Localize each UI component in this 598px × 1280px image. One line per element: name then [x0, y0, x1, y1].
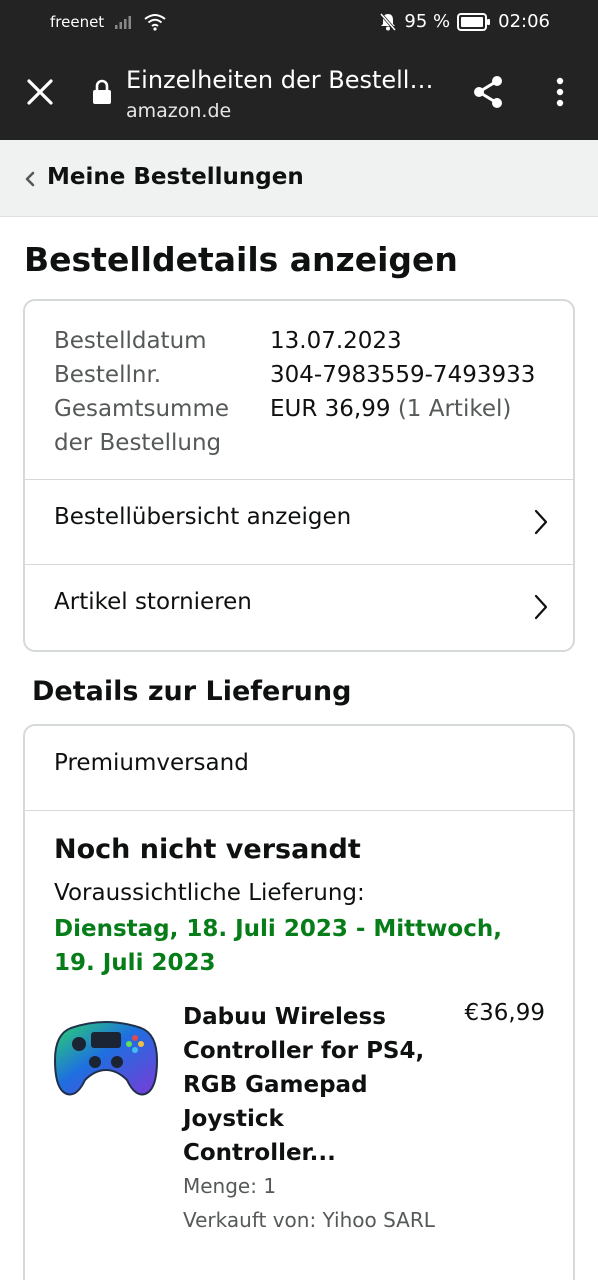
- wifi-icon: [144, 13, 166, 31]
- shipping-method: Premiumversand: [54, 750, 249, 776]
- product-title-link[interactable]: Dabuu Wireless Controller for PS4, RGB G…: [183, 1000, 433, 1170]
- chevron-left-icon: [22, 170, 36, 188]
- page-title: Bestelldetails anzeigen: [24, 240, 458, 279]
- order-date-label: Bestelldatum: [54, 328, 207, 354]
- share-icon[interactable]: [470, 74, 506, 110]
- delivery-card: Premiumversand Noch nicht versandt Vorau…: [23, 724, 575, 1280]
- cancel-items-label: Artikel stornieren: [54, 589, 252, 615]
- signal-icon: [114, 14, 134, 30]
- cancel-items-link[interactable]: Artikel stornieren: [25, 564, 573, 649]
- delivery-heading: Details zur Lieferung: [32, 676, 352, 707]
- chevron-right-icon: [533, 594, 549, 620]
- battery-percent: 95 %: [404, 11, 451, 32]
- order-number-row: Bestellnr. 304-7983559-7493933: [54, 358, 535, 392]
- status-right: 95 % 02:06: [379, 11, 550, 32]
- expected-delivery-date: Dienstag, 18. Juli 2023 - Mittwoch, 19. …: [54, 916, 502, 976]
- status-left: freenet: [50, 13, 166, 31]
- back-link-label: Meine Bestellungen: [47, 164, 304, 190]
- lock-icon: [92, 79, 112, 105]
- chevron-right-icon: [533, 509, 549, 535]
- order-info: Bestelldatum 13.07.2023 Bestellnr. 304-7…: [54, 324, 535, 460]
- url-text[interactable]: amazon.de: [126, 100, 231, 122]
- clock: 02:06: [498, 11, 550, 32]
- order-total-label-line1: Gesamtsumme: [54, 396, 229, 422]
- status-bar: freenet 95 % 02:06: [0, 0, 598, 46]
- carrier-name: freenet: [50, 13, 105, 31]
- order-total-value: EUR 36,99 (1 Artikel): [270, 392, 511, 460]
- product-image[interactable]: [51, 998, 161, 1108]
- browser-toolbar: Einzelheiten der Bestellung amazon.de: [0, 46, 598, 140]
- order-total-label-line2: der Bestellung: [54, 430, 222, 456]
- order-overview-link[interactable]: Bestellübersicht anzeigen: [25, 479, 573, 564]
- order-number-label: Bestellnr.: [54, 362, 162, 388]
- bell-muted-icon: [379, 12, 397, 32]
- more-options-icon[interactable]: [550, 74, 570, 110]
- order-item-count: (1 Artikel): [397, 396, 512, 422]
- order-overview-label: Bestellübersicht anzeigen: [54, 504, 352, 530]
- product-seller: Verkauft von: Yihoo SARL: [183, 1208, 435, 1232]
- shipping-method-row: Premiumversand: [25, 726, 573, 811]
- back-to-orders[interactable]: Meine Bestellungen: [0, 140, 598, 217]
- order-total-row: Gesamtsumme der Bestellung EUR 36,99 (1 …: [54, 392, 535, 460]
- order-summary-card: Bestelldatum 13.07.2023 Bestellnr. 304-7…: [23, 299, 575, 652]
- shipment-status: Noch nicht versandt: [54, 834, 361, 865]
- expected-delivery-label: Voraussichtliche Lieferung:: [54, 880, 365, 906]
- page-tab-title: Einzelheiten der Bestellung: [126, 66, 446, 94]
- product-price: €36,99: [464, 1000, 545, 1026]
- product-quantity: Menge: 1: [183, 1174, 277, 1198]
- order-date-row: Bestelldatum 13.07.2023: [54, 324, 535, 358]
- order-date-value: 13.07.2023: [270, 328, 402, 354]
- close-icon[interactable]: [24, 76, 56, 108]
- order-number-value: 304-7983559-7493933: [270, 362, 536, 388]
- order-total-amount: EUR 36,99: [270, 396, 391, 422]
- battery-icon: [457, 12, 491, 31]
- order-total-label: Gesamtsumme der Bestellung: [54, 392, 270, 460]
